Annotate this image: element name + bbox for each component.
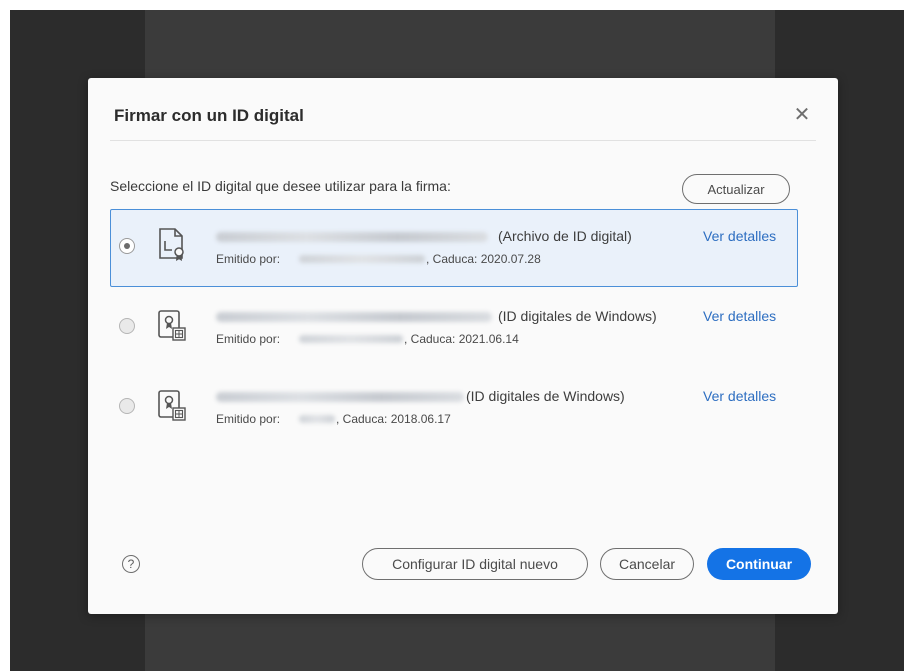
expiry-date: , Caduca: 2021.06.14 (404, 332, 519, 346)
configure-new-digital-id-button[interactable]: Configurar ID digital nuevo (362, 548, 588, 580)
certificate-file-icon (159, 228, 184, 261)
digital-id-row[interactable]: (ID digitales de Windows) Emitido por: ,… (110, 369, 798, 447)
expiry-date: , Caduca: 2018.06.17 (336, 412, 451, 426)
sign-with-digital-id-dialog: Firmar con un ID digital ✕ Seleccione el… (88, 78, 838, 614)
radio-button[interactable] (119, 398, 135, 414)
radio-button[interactable] (119, 238, 135, 254)
issued-by-label: Emitido por: (216, 252, 281, 266)
signer-name-redacted (216, 312, 492, 322)
signer-name-redacted (216, 392, 464, 402)
issued-by-label: Emitido por: (216, 332, 281, 346)
dialog-title: Firmar con un ID digital (114, 106, 304, 125)
id-type: (ID digitales de Windows) (498, 308, 657, 324)
issued-by-label: Emitido por: (216, 412, 281, 426)
expiry-date: , Caduca: 2020.07.28 (426, 252, 541, 266)
continue-button[interactable]: Continuar (707, 548, 811, 580)
digital-id-row[interactable]: (Archivo de ID digital) Emitido por: , C… (110, 209, 798, 287)
issuer-redacted (299, 415, 335, 423)
instruction-text: Seleccione el ID digital que desee utili… (110, 178, 451, 194)
view-details-link[interactable]: Ver detalles (703, 388, 776, 404)
view-details-link[interactable]: Ver detalles (703, 228, 776, 244)
signer-name-redacted (216, 232, 488, 242)
id-type: (Archivo de ID digital) (498, 228, 632, 244)
issuer-redacted (299, 335, 403, 343)
title-divider (110, 140, 816, 141)
close-icon[interactable]: ✕ (791, 104, 813, 126)
refresh-button[interactable]: Actualizar (682, 174, 790, 204)
radio-button[interactable] (119, 318, 135, 334)
cancel-button[interactable]: Cancelar (600, 548, 694, 580)
help-icon[interactable]: ? (122, 555, 140, 573)
digital-id-row[interactable]: (ID digitales de Windows) Emitido por: ,… (110, 289, 798, 367)
view-details-link[interactable]: Ver detalles (703, 308, 776, 324)
windows-certificate-icon (158, 310, 186, 341)
windows-certificate-icon (158, 390, 186, 421)
issuer-redacted (299, 255, 425, 263)
id-type: (ID digitales de Windows) (466, 388, 625, 404)
